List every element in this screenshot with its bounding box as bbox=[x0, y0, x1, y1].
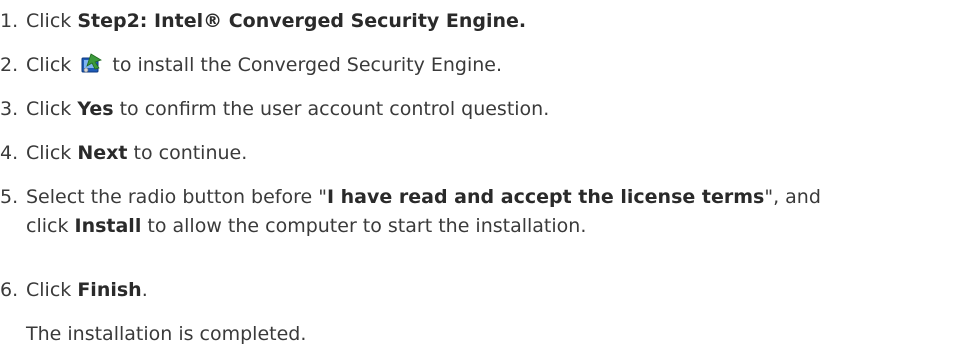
text-segment: to continue. bbox=[127, 142, 248, 164]
text-segment: to confirm the user account control ques… bbox=[113, 98, 550, 120]
step-number: 6. bbox=[0, 279, 19, 301]
step-text: Click Finish. bbox=[26, 276, 960, 305]
text-segment: click bbox=[26, 215, 75, 237]
step-text: Select the radio button before "I have r… bbox=[26, 183, 960, 241]
bold-segment: Yes bbox=[77, 98, 114, 120]
step-number: 4. bbox=[0, 142, 19, 164]
install-setup-icon bbox=[81, 53, 103, 73]
step-line: click Install to allow the computer to s… bbox=[26, 212, 960, 241]
text-segment: Click bbox=[26, 279, 78, 301]
instruction-document: 1. Click Step2: Intel® Converged Securit… bbox=[0, 0, 960, 361]
step-1: 1. Click Step2: Intel® Converged Securit… bbox=[0, 7, 960, 36]
result-note: The installation is completed. bbox=[26, 323, 307, 345]
text-segment: Click bbox=[26, 98, 78, 120]
text-segment: to install the Converged Security Engine… bbox=[106, 54, 503, 76]
step-number: 2. bbox=[0, 54, 19, 76]
step-2: 2. Click to install the Converged Securi… bbox=[0, 51, 960, 80]
step-text: Click to install the Converged Security … bbox=[26, 51, 960, 80]
text-segment: Click bbox=[26, 54, 78, 76]
text-segment: Click bbox=[26, 142, 78, 164]
bold-segment: Next bbox=[77, 142, 128, 164]
text-segment: to allow the computer to start the insta… bbox=[141, 215, 587, 237]
step-line: Select the radio button before "I have r… bbox=[26, 183, 960, 212]
bold-segment: Step2: Intel® Converged Security Engine. bbox=[77, 10, 527, 32]
bold-segment: Install bbox=[74, 215, 142, 237]
bold-segment: Finish bbox=[77, 279, 142, 301]
step-number: 5. bbox=[0, 186, 19, 208]
text-segment: Click bbox=[26, 10, 78, 32]
step-4: 4. Click Next to continue. bbox=[0, 139, 960, 168]
step-5: 5. Select the radio button before "I hav… bbox=[0, 183, 960, 241]
step-text: Click Next to continue. bbox=[26, 139, 960, 168]
text-segment: ", and bbox=[764, 186, 821, 208]
step-number: 1. bbox=[0, 10, 19, 32]
step-text: Click Step2: Intel® Converged Security E… bbox=[26, 7, 960, 36]
step-6: 6. Click Finish. bbox=[0, 276, 960, 305]
text-segment: . bbox=[141, 279, 148, 301]
bold-segment: I have read and accept the license terms bbox=[326, 186, 765, 208]
step-3: 3. Click Yes to confirm the user account… bbox=[0, 95, 960, 124]
step-text: Click Yes to confirm the user account co… bbox=[26, 95, 960, 124]
step-number: 3. bbox=[0, 98, 19, 120]
text-segment: Select the radio button before " bbox=[26, 186, 327, 208]
